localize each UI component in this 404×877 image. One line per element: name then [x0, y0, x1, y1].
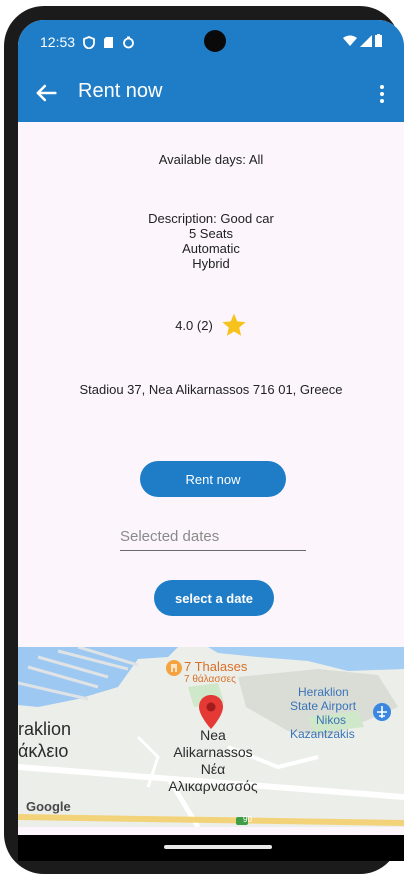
map-city-label: άκλειο — [18, 741, 69, 761]
google-logo: Google — [26, 799, 71, 814]
available-days: Available days: All — [158, 152, 264, 167]
map-pin-label: Αλικαρνασσός — [168, 778, 258, 794]
home-gesture-pill[interactable] — [164, 845, 272, 849]
select-date-button[interactable]: select a date — [154, 580, 274, 616]
navigation-bar — [18, 835, 404, 861]
rental-details: Available days: All Description: Good ca… — [18, 122, 404, 642]
description-line: 5 Seats — [188, 226, 234, 241]
selected-dates-placeholder: Selected dates — [120, 528, 220, 545]
map-pin-label: Alikarnassos — [173, 744, 253, 760]
status-left: 12:53 — [40, 34, 135, 50]
signal-icon — [360, 34, 372, 47]
map-pin-label: Nea — [200, 727, 226, 743]
battery-icon — [375, 34, 382, 47]
description-line: Hybrid — [192, 256, 230, 271]
map-place-label-local: 7 θάλασσες — [184, 674, 236, 685]
airport-icon — [373, 703, 391, 721]
shield-icon — [83, 35, 95, 49]
map-pin-label: Νέα — [200, 761, 226, 777]
device-frame: 12:53 Rent now Available days: All Descr… — [4, 6, 404, 874]
rating-value: 4.0 (2) — [175, 317, 213, 333]
selected-dates-field[interactable]: Selected dates — [120, 526, 306, 551]
address: Stadiou 37, Nea Alikarnassos 716 01, Gre… — [79, 382, 343, 397]
page-title: Rent now — [78, 80, 163, 102]
road-number: 90 — [243, 815, 252, 824]
rating: 4.0 (2) — [18, 312, 404, 338]
map-city-label: raklion — [18, 719, 72, 739]
status-right — [343, 34, 382, 47]
back-arrow-icon[interactable] — [32, 79, 60, 107]
map-airport-label: Kazantzakis — [290, 727, 355, 741]
map-airport-label: State Airport — [290, 699, 357, 713]
description-line: Automatic — [182, 241, 240, 256]
map-pin-icon[interactable] — [198, 695, 224, 729]
status-time: 12:53 — [40, 34, 76, 50]
map-place-label: 7 Thalases — [184, 659, 248, 674]
star-icon — [222, 313, 246, 336]
map-view[interactable]: 7 Thalases 7 θάλασσες raklion άκλειο Nea… — [18, 647, 404, 827]
sd-card-icon — [104, 36, 114, 48]
app-bar: Rent now — [18, 66, 404, 122]
restaurant-icon — [166, 660, 182, 676]
status-bar: 12:53 — [18, 20, 404, 66]
front-camera — [204, 30, 226, 52]
map-airport-label: Nikos — [316, 713, 347, 727]
map-airport-label: Heraklion — [298, 685, 349, 699]
rent-now-button[interactable]: Rent now — [140, 461, 286, 497]
overflow-menu-icon[interactable] — [370, 80, 394, 108]
screen: 12:53 Rent now Available days: All Descr… — [18, 20, 404, 861]
wifi-icon — [343, 35, 357, 46]
description-line: Description: Good car — [148, 211, 274, 226]
sync-icon — [123, 36, 134, 48]
